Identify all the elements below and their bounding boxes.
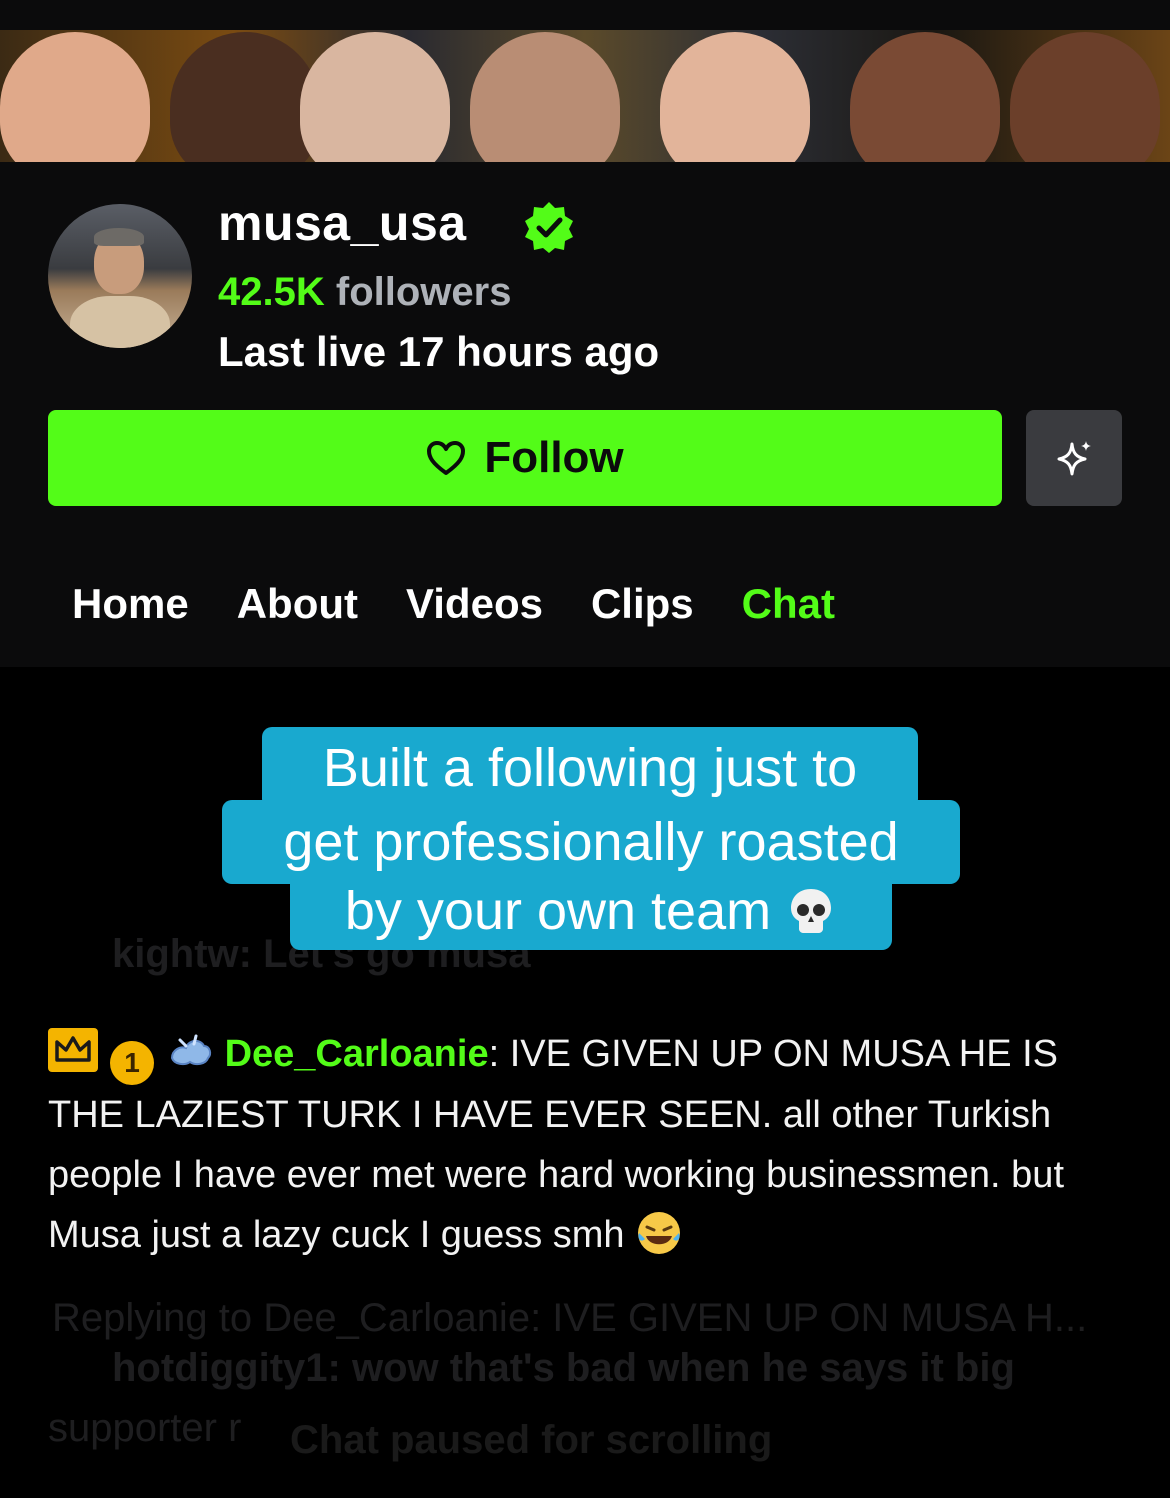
- followers-label: followers: [335, 270, 512, 314]
- crown-badge-icon: [48, 1028, 98, 1072]
- username: musa_usa: [218, 195, 467, 251]
- banner-face: [850, 32, 1000, 162]
- caption-text-1: Built a following just to: [322, 738, 858, 798]
- caption-text-2: get professionally roasted: [283, 812, 899, 872]
- banner-face: [170, 32, 320, 162]
- highlighted-chat-message[interactable]: 1 Dee_Carloanie: IVE GIVEN UP ON MUSA HE…: [48, 1024, 1128, 1265]
- chat-username[interactable]: Dee_Carloanie: [225, 1033, 489, 1075]
- chat-paused-indicator[interactable]: Chat paused for scrolling: [290, 1418, 772, 1463]
- top-bar: [0, 0, 1170, 30]
- chat-message-faint: hotdiggity1: wow that's bad when he says…: [112, 1346, 1015, 1390]
- sparkle-button[interactable]: [1026, 410, 1122, 506]
- followers-number: 42.5K: [218, 270, 325, 314]
- tab-chat[interactable]: Chat: [742, 580, 835, 628]
- banner-face: [660, 32, 810, 162]
- caption-line-3: by your own team: [290, 872, 892, 950]
- tab-home[interactable]: Home: [72, 580, 189, 628]
- laughing-tears-emoji-icon: [637, 1212, 680, 1254]
- reply-indicator: Replying to Dee_Carloanie: IVE GIVEN UP …: [52, 1296, 1088, 1340]
- followers-count: 42.5K followers: [218, 270, 511, 315]
- skull-icon: [791, 889, 832, 933]
- follow-label: Follow: [484, 433, 624, 482]
- chat-colon: :: [488, 1033, 510, 1075]
- last-live-status: Last live 17 hours ago: [218, 328, 660, 375]
- caption-text-3: by your own team: [344, 881, 772, 941]
- profile-tabs: Home About Videos Clips Chat: [72, 580, 883, 628]
- chat-message-faint: supporter r: [48, 1406, 242, 1450]
- banner-face: [0, 32, 150, 162]
- banner-face: [1010, 32, 1160, 162]
- profile-header: musa_usa 42.5K followers Last live 17 ho…: [0, 162, 1170, 667]
- follow-button[interactable]: Follow: [48, 410, 1002, 506]
- tab-videos[interactable]: Videos: [406, 580, 543, 628]
- avatar[interactable]: [48, 204, 192, 348]
- sparkle-icon: [1057, 441, 1091, 476]
- heart-outline-icon: [427, 441, 466, 475]
- tab-about[interactable]: About: [237, 580, 358, 628]
- tab-clips[interactable]: Clips: [591, 580, 694, 628]
- verified-check-icon: [525, 202, 573, 253]
- banner-face: [300, 32, 450, 162]
- banner-face: [470, 32, 620, 162]
- sub-gift-icon: [170, 1034, 212, 1066]
- caption-line-1: Built a following just to: [262, 727, 918, 809]
- profile-banner: [0, 30, 1170, 162]
- rank-badge: 1: [110, 1041, 154, 1085]
